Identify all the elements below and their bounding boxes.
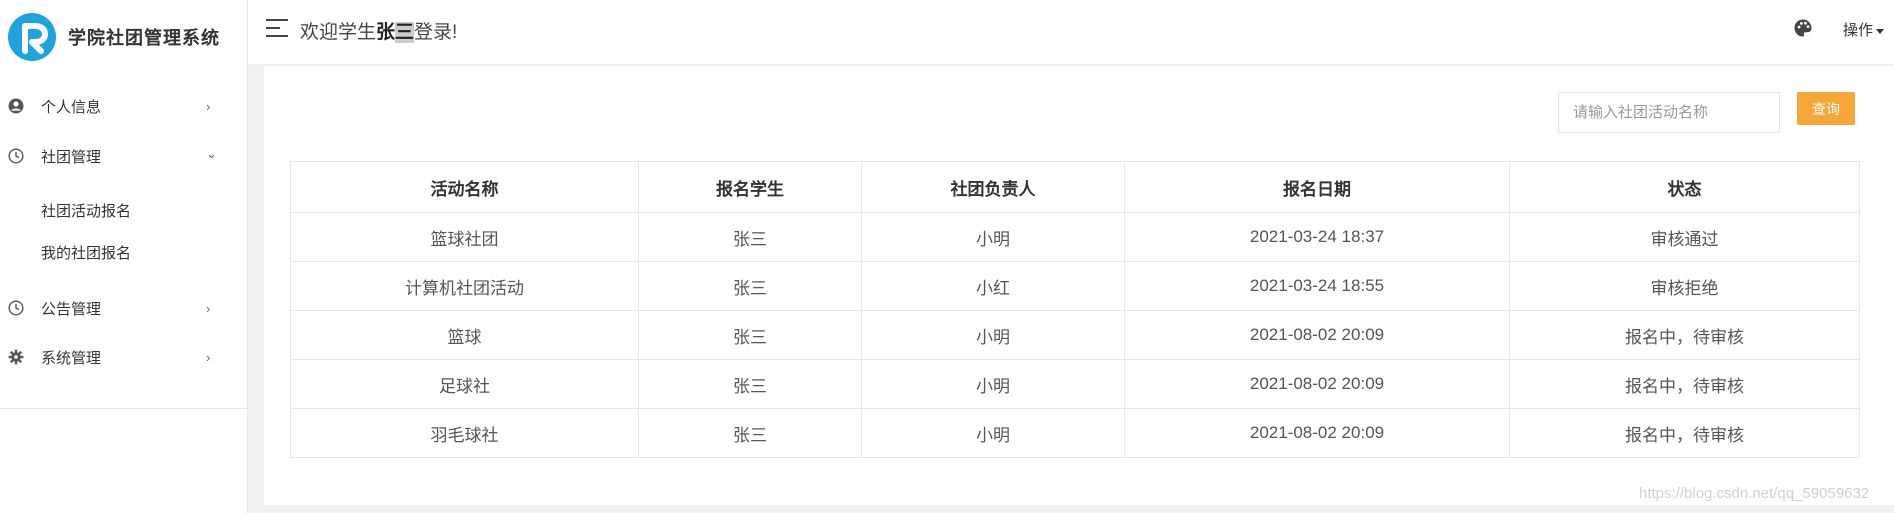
cell-leader: 小明 [861, 359, 1125, 409]
cell-leader: 小明 [861, 212, 1125, 262]
cell-status: 审核通过 [1509, 212, 1860, 262]
caret-down-icon [1876, 28, 1885, 34]
divider [0, 408, 247, 409]
cell-status: 报名中，待审核 [1509, 310, 1860, 360]
hamburger-menu-icon[interactable] [266, 19, 288, 37]
cell-student: 张三 [638, 261, 862, 311]
chevron-down-icon: ⌄ [206, 146, 217, 161]
sidebar-subitem-label: 我的社团报名 [41, 244, 132, 262]
cell-activity: 篮球 [290, 310, 639, 360]
chevron-right-icon: › [206, 349, 211, 365]
table-row[interactable]: 篮球 张三 小明 2021-08-02 20:09 报名中，待审核 [290, 310, 1860, 360]
sidebar-item-label: 系统管理 [41, 349, 102, 367]
table-row[interactable]: 足球社 张三 小明 2021-08-02 20:09 报名中，待审核 [290, 359, 1860, 409]
sidebar-item-label: 社团管理 [41, 148, 102, 166]
cell-status: 审核拒绝 [1509, 261, 1860, 311]
sidebar-item-system[interactable]: 系统管理 › [0, 337, 247, 377]
sidebar-item-label: 公告管理 [41, 300, 102, 318]
column-header: 活动名称 [290, 161, 639, 213]
operations-dropdown[interactable]: 操作 [1843, 19, 1885, 40]
user-name: 张三 [376, 22, 415, 43]
cell-date: 2021-08-02 20:09 [1124, 310, 1510, 360]
app-title: 学院社团管理系统 [68, 28, 220, 48]
clock-icon [8, 300, 24, 316]
cell-date: 2021-08-02 20:09 [1124, 408, 1510, 458]
welcome-suffix: 登录! [414, 22, 458, 43]
cell-student: 张三 [638, 310, 862, 360]
cell-leader: 小明 [861, 310, 1125, 360]
cell-activity: 足球社 [290, 359, 639, 409]
sidebar-item-label: 个人信息 [41, 98, 102, 116]
column-header: 报名学生 [638, 161, 862, 213]
query-button[interactable]: 查询 [1797, 92, 1855, 125]
cell-status: 报名中，待审核 [1509, 359, 1860, 409]
gear-icon [8, 349, 24, 365]
table-row[interactable]: 篮球社团 张三 小明 2021-03-24 18:37 审核通过 [290, 212, 1860, 262]
welcome-message: 欢迎学生张三登录! [300, 17, 457, 44]
table-row[interactable]: 羽毛球社 张三 小明 2021-08-02 20:09 报名中，待审核 [290, 408, 1860, 458]
cell-leader: 小明 [861, 408, 1125, 458]
sidebar-item-club-management[interactable]: 社团管理 ⌄ [0, 136, 247, 176]
table-header-row: 活动名称 报名学生 社团负责人 报名日期 状态 [290, 161, 1860, 213]
sidebar-subitem-label: 社团活动报名 [41, 202, 132, 220]
column-header: 社团负责人 [861, 161, 1125, 213]
sidebar-item-personal-info[interactable]: 个人信息 › [0, 86, 247, 126]
cell-status: 报名中，待审核 [1509, 408, 1860, 458]
sidebar-item-announcements[interactable]: 公告管理 › [0, 288, 247, 328]
welcome-prefix: 欢迎学生 [300, 22, 377, 43]
cell-student: 张三 [638, 212, 862, 262]
top-header: 欢迎学生张三登录! 操作 [248, 0, 1894, 65]
signup-table: 活动名称 报名学生 社团负责人 报名日期 状态 篮球社团 张三 小明 2021-… [290, 161, 1860, 458]
cell-student: 张三 [638, 359, 862, 409]
sidebar-subitem-my-signups[interactable]: 我的社团报名 [0, 234, 247, 270]
table-row[interactable]: 计算机社团活动 张三 小红 2021-03-24 18:55 审核拒绝 [290, 261, 1860, 311]
cell-date: 2021-03-24 18:37 [1124, 212, 1510, 262]
sidebar-subitem-activity-signup[interactable]: 社团活动报名 [0, 192, 247, 228]
user-name-part: 三 [395, 22, 415, 43]
chevron-right-icon: › [206, 98, 211, 114]
cell-date: 2021-03-24 18:55 [1124, 261, 1510, 311]
cell-date: 2021-08-02 20:09 [1124, 359, 1510, 409]
column-header: 报名日期 [1124, 161, 1510, 213]
chevron-right-icon: › [206, 300, 211, 316]
search-input[interactable] [1558, 92, 1780, 133]
cell-student: 张三 [638, 408, 862, 458]
logo [8, 13, 56, 61]
column-header: 状态 [1509, 161, 1860, 213]
cell-activity: 篮球社团 [290, 212, 639, 262]
brand[interactable]: 学院社团管理系统 [8, 12, 220, 62]
palette-icon[interactable] [1793, 18, 1813, 38]
user-circle-icon [8, 98, 24, 114]
cell-activity: 计算机社团活动 [290, 261, 639, 311]
clock-icon [8, 148, 24, 164]
cell-leader: 小红 [861, 261, 1125, 311]
operations-label: 操作 [1843, 22, 1874, 39]
watermark: https://blog.csdn.net/qq_59059632 [1639, 485, 1870, 502]
cell-activity: 羽毛球社 [290, 408, 639, 458]
sidebar: 学院社团管理系统 个人信息 › 社团管理 ⌄ 社团活动报名 我的社团报名 公告管… [0, 0, 248, 513]
user-name-part: 张 [376, 22, 396, 43]
